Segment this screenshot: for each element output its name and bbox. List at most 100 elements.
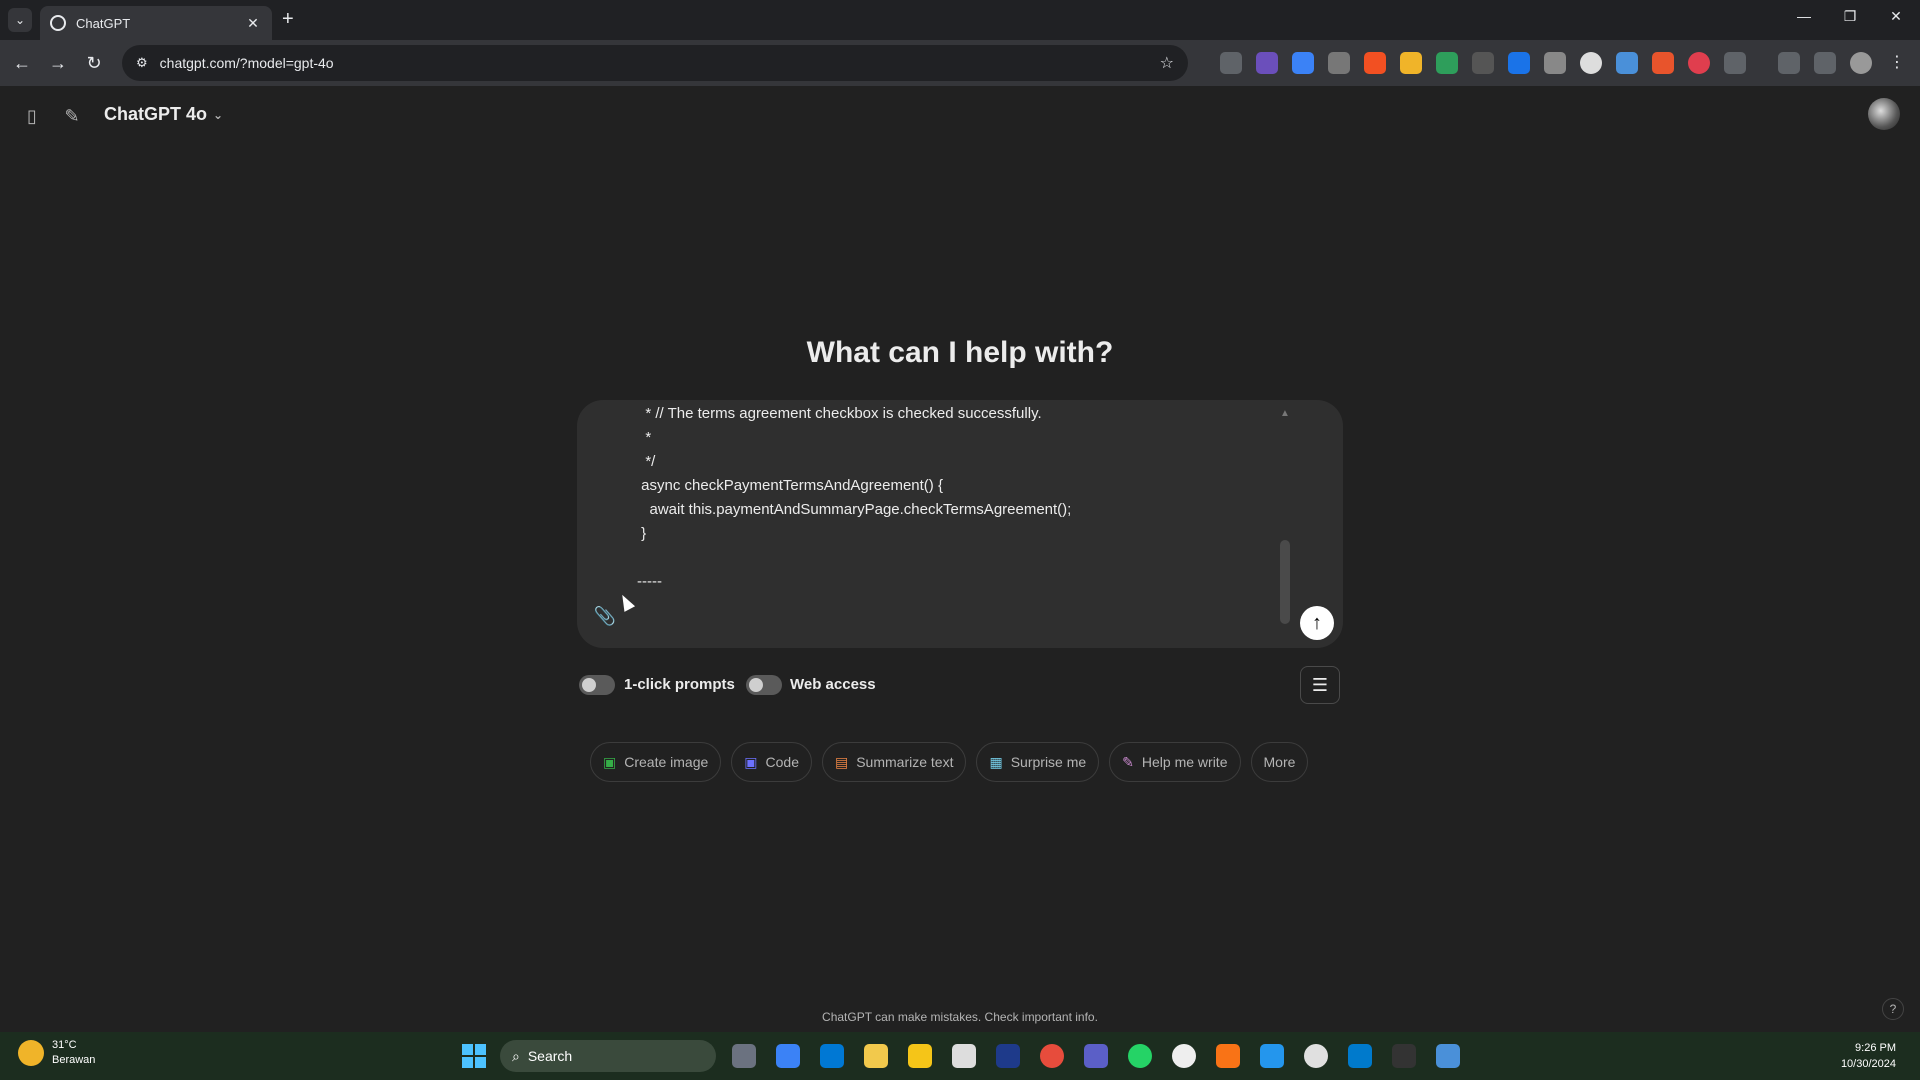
app-icon[interactable] (1436, 1044, 1460, 1068)
tab-close-icon[interactable]: ✕ (244, 15, 262, 32)
chip-label: Surprise me (1010, 754, 1087, 770)
back-arrow-icon[interactable]: ← (4, 53, 40, 74)
docker-icon[interactable] (1260, 1044, 1284, 1068)
bookmark-star-icon[interactable]: ☆ (1160, 53, 1174, 73)
vscode-icon[interactable] (1348, 1044, 1372, 1068)
windows-start-icon[interactable] (462, 1044, 486, 1068)
model-selector[interactable]: ChatGPT 4o ⌄ (104, 104, 223, 125)
composer-scrollbar[interactable] (1280, 540, 1290, 624)
suggestion-chips: ▣ Create image ▣ Code ▤ Summarize text ▦… (590, 742, 1309, 782)
restore-icon[interactable]: ❐ (1830, 8, 1870, 25)
scroll-up-arrow-icon[interactable]: ▲ (1280, 408, 1290, 419)
browser-tab-strip: ⌄ ChatGPT ✕ + — ❐ ✕ (0, 0, 1920, 40)
new-chat-icon[interactable]: ✎ (60, 104, 84, 128)
extension-icon[interactable] (1688, 52, 1710, 74)
file-explorer-icon[interactable] (864, 1044, 888, 1068)
paperclip-attach-icon[interactable]: 📎 (593, 606, 617, 630)
puzzle-extensions-icon[interactable] (1724, 52, 1746, 74)
disclaimer: ChatGPT can make mistakes. Check importa… (822, 1010, 1098, 1024)
extension-icon[interactable] (1400, 52, 1422, 74)
weather-widget[interactable]: 31°C Berawan (18, 1038, 95, 1068)
openai-favicon-icon (50, 15, 66, 31)
extension-icon[interactable] (1256, 52, 1278, 74)
menu-dots-icon[interactable]: ⋮ (1886, 52, 1908, 74)
address-bar[interactable]: ⚙ chatgpt.com/?model=gpt-4o ☆ (122, 45, 1188, 81)
chevron-down-icon: ⌄ (213, 107, 224, 122)
task-view-icon[interactable] (732, 1044, 756, 1068)
extension-icon[interactable] (1328, 52, 1350, 74)
app-icon[interactable] (908, 1044, 932, 1068)
store-icon[interactable] (952, 1044, 976, 1068)
web-access-label: Web access (790, 676, 876, 693)
tab-search-chevron-icon[interactable]: ⌄ (8, 8, 32, 32)
chip-code[interactable]: ▣ Code (731, 742, 812, 782)
profile-avatar-icon[interactable] (1850, 52, 1872, 74)
extension-icon[interactable] (1472, 52, 1494, 74)
copilot-icon[interactable] (776, 1044, 800, 1068)
extension-icon[interactable] (1616, 52, 1638, 74)
tab-title: ChatGPT (76, 15, 131, 31)
search-icon: ⌕ (512, 1047, 520, 1064)
chip-more[interactable]: More (1250, 742, 1309, 782)
window-close-icon[interactable]: ✕ (1876, 8, 1916, 25)
microsoft-extension-icon[interactable] (1364, 52, 1386, 74)
gift-icon: ▦ (989, 753, 1003, 770)
one-click-prompts-toggle[interactable] (579, 675, 615, 695)
weather-sun-icon (18, 1040, 44, 1066)
outlook-icon[interactable] (820, 1044, 844, 1068)
extension-icon[interactable] (1508, 52, 1530, 74)
chip-summarize-text[interactable]: ▤ Summarize text (821, 742, 967, 782)
chip-surprise-me[interactable]: ▦ Surprise me (976, 742, 1100, 782)
user-avatar[interactable] (1868, 98, 1900, 130)
extension-icon[interactable] (1292, 52, 1314, 74)
model-name: ChatGPT 4o (104, 104, 208, 124)
whatsapp-icon[interactable] (1128, 1044, 1152, 1068)
chip-create-image[interactable]: ▣ Create image (590, 742, 722, 782)
chip-help-me-write[interactable]: ✎ Help me write (1109, 742, 1241, 782)
cast-icon[interactable] (1778, 52, 1800, 74)
clock-time: 9:26 PM (1855, 1042, 1896, 1054)
app-icon[interactable] (996, 1044, 1020, 1068)
browser-tab-chatgpt[interactable]: ChatGPT ✕ (40, 6, 272, 40)
extension-icon[interactable] (1436, 52, 1458, 74)
page-title: What can I help with? (806, 336, 1114, 369)
chip-label: Help me write (1141, 754, 1228, 770)
app-icon[interactable] (1172, 1044, 1196, 1068)
clock-date: 10/30/2024 (1840, 1058, 1896, 1070)
extension-icon[interactable] (1652, 52, 1674, 74)
weather-temp: 31°C (52, 1039, 77, 1051)
taskbar-search[interactable]: ⌕ Search (500, 1040, 716, 1072)
weather-desc: Berawan (52, 1054, 96, 1066)
forward-arrow-icon[interactable]: → (40, 53, 76, 74)
reload-icon[interactable]: ↻ (76, 53, 112, 74)
code-icon: ▣ (744, 753, 758, 770)
prompt-textarea[interactable]: * // The terms agreement checkbox is che… (637, 402, 1071, 594)
send-button[interactable]: ↑ (1300, 606, 1334, 640)
teams-icon[interactable] (1084, 1044, 1108, 1068)
web-access-toggle[interactable] (746, 675, 782, 695)
one-click-prompts-label: 1-click prompts (624, 676, 735, 693)
chrome-icon[interactable] (1040, 1044, 1064, 1068)
url-text[interactable]: chatgpt.com/?model=gpt-4o (160, 55, 1160, 71)
chip-label: Code (765, 754, 799, 770)
message-composer[interactable]: * // The terms agreement checkbox is che… (577, 400, 1343, 648)
new-tab-button[interactable]: + (282, 8, 294, 31)
system-clock[interactable]: 9:26 PM 10/30/2024 (1841, 1040, 1896, 1072)
site-info-icon[interactable]: ⚙ (136, 55, 148, 71)
settings-sliders-icon[interactable]: ☰ (1300, 666, 1340, 704)
help-icon[interactable]: ? (1882, 998, 1904, 1020)
download-icon[interactable] (1814, 52, 1836, 74)
app-icon[interactable] (1304, 1044, 1328, 1068)
shield-extension-icon[interactable] (1544, 52, 1566, 74)
chip-label: More (1263, 754, 1296, 770)
chip-label: Create image (624, 754, 709, 770)
image-icon: ▣ (603, 753, 617, 770)
sidebar-toggle-icon[interactable]: ▯ (20, 104, 44, 128)
document-icon: ▤ (834, 753, 849, 770)
minimize-icon[interactable]: — (1784, 8, 1824, 24)
pen-icon: ✎ (1122, 753, 1134, 770)
terminal-icon[interactable] (1392, 1044, 1416, 1068)
app-icon[interactable] (1216, 1044, 1240, 1068)
eyedropper-extension-icon[interactable] (1220, 52, 1242, 74)
extension-icon[interactable] (1580, 52, 1602, 74)
